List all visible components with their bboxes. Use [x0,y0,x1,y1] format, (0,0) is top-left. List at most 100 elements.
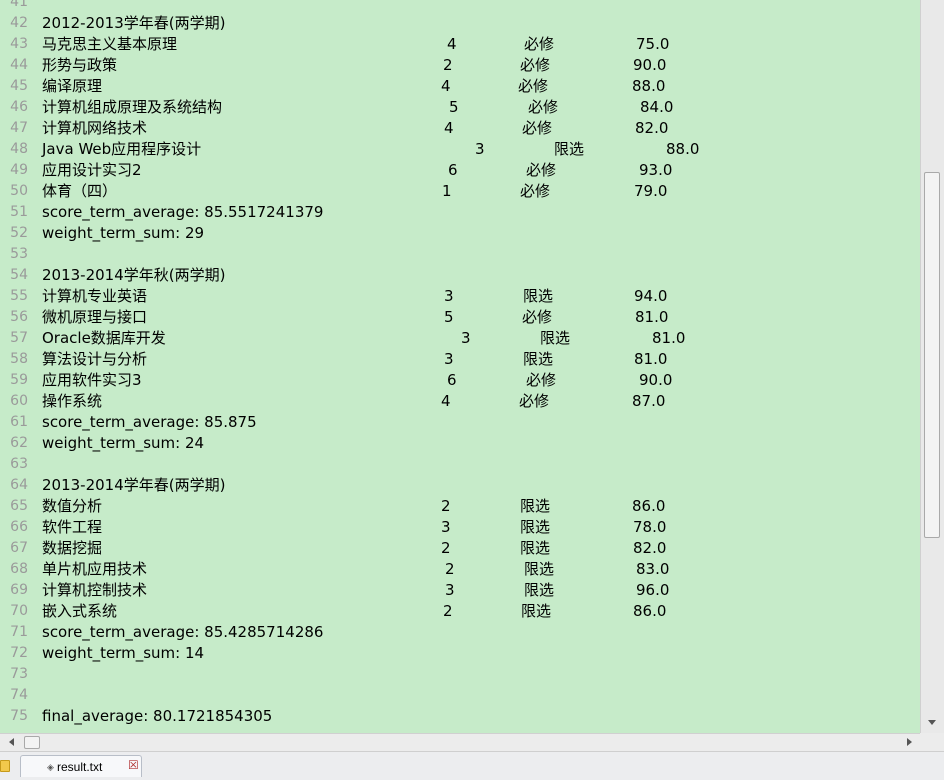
credit-cell: 4 [444,119,454,137]
line-number: 67 [10,540,28,556]
editor-line[interactable]: 63 [0,454,920,475]
credit-cell: 2 [443,56,453,74]
vertical-scroll-thumb[interactable] [924,172,940,538]
editor-line[interactable]: 44 形势与政策 2 必修 90.0 [0,55,920,76]
editor-line[interactable]: 49 应用设计实习2 6 必修 93.0 [0,160,920,181]
course-type-cell: 限选 [523,350,554,368]
line-text: 操作系统 [42,392,103,410]
editor-line[interactable]: 70 嵌入式系统 2 限选 86.0 [0,601,920,622]
horizontal-scrollbar[interactable] [0,733,920,751]
editor-line[interactable]: 67 数据挖掘 2 限选 82.0 [0,538,920,559]
course-type-cell: 必修 [518,77,549,95]
line-text: score_term_average: 85.5517241379 [42,203,324,221]
editor-line[interactable]: 52 weight_term_sum: 29 [0,223,920,244]
line-number: 64 [10,477,28,493]
line-text: 微机原理与接口 [42,308,148,326]
folder-icon[interactable] [0,760,10,772]
editor-line[interactable]: 75 final_average: 80.1721854305 [0,706,920,727]
editor-line[interactable]: 65 数值分析 2 限选 86.0 [0,496,920,517]
line-text: 单片机应用技术 [42,560,148,578]
editor-line[interactable]: 45 编译原理 4 必修 88.0 [0,76,920,97]
editor-line[interactable]: 55 计算机专业英语 3 限选 94.0 [0,286,920,307]
editor-line[interactable]: 72 weight_term_sum: 14 [0,643,920,664]
line-text: score_term_average: 85.875 [42,413,257,431]
scroll-right-arrow-icon[interactable] [907,738,912,746]
score-cell: 82.0 [635,119,669,137]
score-cell: 75.0 [636,35,670,53]
line-text: 2012-2013学年春(两学期) [42,14,226,32]
line-number: 53 [10,246,28,262]
editor-line[interactable]: 57 Oracle数据库开发 3 限选 81.0 [0,328,920,349]
editor-line[interactable]: 53 [0,244,920,265]
tab-label: result.txt [57,760,103,774]
editor-line[interactable]: 48 Java Web应用程序设计 3 限选 88.0 [0,139,920,160]
line-text: 马克思主义基本原理 [42,35,178,53]
credit-cell: 4 [441,392,451,410]
editor-line[interactable]: 62 weight_term_sum: 24 [0,433,920,454]
editor-line[interactable]: 54 2013-2014学年秋(两学期) [0,265,920,286]
scrollbar-corner [920,733,944,751]
line-number: 73 [10,666,28,682]
editor-line[interactable]: 69 计算机控制技术 3 限选 96.0 [0,580,920,601]
text-editor[interactable]: 41 42 2012-2013学年春(两学期) 43 马克思主义基本原理 4 必修 75.0 4… [0,0,920,733]
line-number: 66 [10,519,28,535]
editor-line[interactable]: 66 软件工程 3 限选 78.0 [0,517,920,538]
editor-line[interactable]: 64 2013-2014学年春(两学期) [0,475,920,496]
line-number: 72 [10,645,28,661]
score-cell: 83.0 [636,560,670,578]
credit-cell: 3 [444,287,454,305]
vertical-scrollbar[interactable] [920,0,944,733]
score-cell: 78.0 [633,518,667,536]
close-tab-icon[interactable]: ☒ [128,758,139,772]
score-cell: 81.0 [634,350,668,368]
line-number: 52 [10,225,28,241]
line-text: 2013-2014学年秋(两学期) [42,266,226,284]
scroll-down-arrow-icon[interactable] [928,720,936,725]
course-type-cell: 限选 [520,518,551,536]
editor-line[interactable]: 74 [0,685,920,706]
scroll-left-arrow-icon[interactable] [9,738,14,746]
editor-line[interactable]: 41 [0,0,920,13]
editor-line[interactable]: 51 score_term_average: 85.5517241379 [0,202,920,223]
course-type-cell: 限选 [554,140,585,158]
line-text: weight_term_sum: 29 [42,224,205,242]
line-number: 68 [10,561,28,577]
line-text: 计算机控制技术 [42,581,148,599]
editor-line[interactable]: 50 体育（四） 1 必修 79.0 [0,181,920,202]
editor-line[interactable]: 47 计算机网络技术 4 必修 82.0 [0,118,920,139]
line-number: 75 [10,708,28,724]
score-cell: 88.0 [632,77,666,95]
line-number: 70 [10,603,28,619]
credit-cell: 2 [441,539,451,557]
credit-cell: 2 [443,602,453,620]
editor-line[interactable]: 73 [0,664,920,685]
editor-line[interactable]: 61 score_term_average: 85.875 [0,412,920,433]
editor-line[interactable]: 42 2012-2013学年春(两学期) [0,13,920,34]
line-text: 编译原理 [42,77,103,95]
editor-line[interactable]: 46 计算机组成原理及系统结构 5 必修 84.0 [0,97,920,118]
editor-line[interactable]: 68 单片机应用技术 2 限选 83.0 [0,559,920,580]
editor-line[interactable]: 60 操作系统 4 必修 87.0 [0,391,920,412]
credit-cell: 3 [461,329,471,347]
score-cell: 81.0 [652,329,686,347]
score-cell: 96.0 [636,581,670,599]
editor-line[interactable]: 43 马克思主义基本原理 4 必修 75.0 [0,34,920,55]
editor-line[interactable]: 58 算法设计与分析 3 限选 81.0 [0,349,920,370]
credit-cell: 3 [475,140,485,158]
credit-cell: 6 [448,161,458,179]
score-cell: 82.0 [633,539,667,557]
score-cell: 86.0 [633,602,667,620]
line-text: 应用软件实习3 [42,371,142,389]
editor-line[interactable]: 56 微机原理与接口 5 必修 81.0 [0,307,920,328]
line-number: 42 [10,15,28,31]
course-type-cell: 必修 [524,35,555,53]
editor-line[interactable]: 71 score_term_average: 85.4285714286 [0,622,920,643]
horizontal-scroll-thumb[interactable] [24,736,40,749]
course-type-cell: 必修 [520,56,551,74]
tab-result-txt[interactable]: ◈ result.txt ☒ [20,755,142,777]
line-text: 软件工程 [42,518,103,536]
line-text: 体育（四） [42,182,118,200]
line-number: 56 [10,309,28,325]
course-type-cell: 限选 [540,329,571,347]
editor-line[interactable]: 59 应用软件实习3 6 必修 90.0 [0,370,920,391]
